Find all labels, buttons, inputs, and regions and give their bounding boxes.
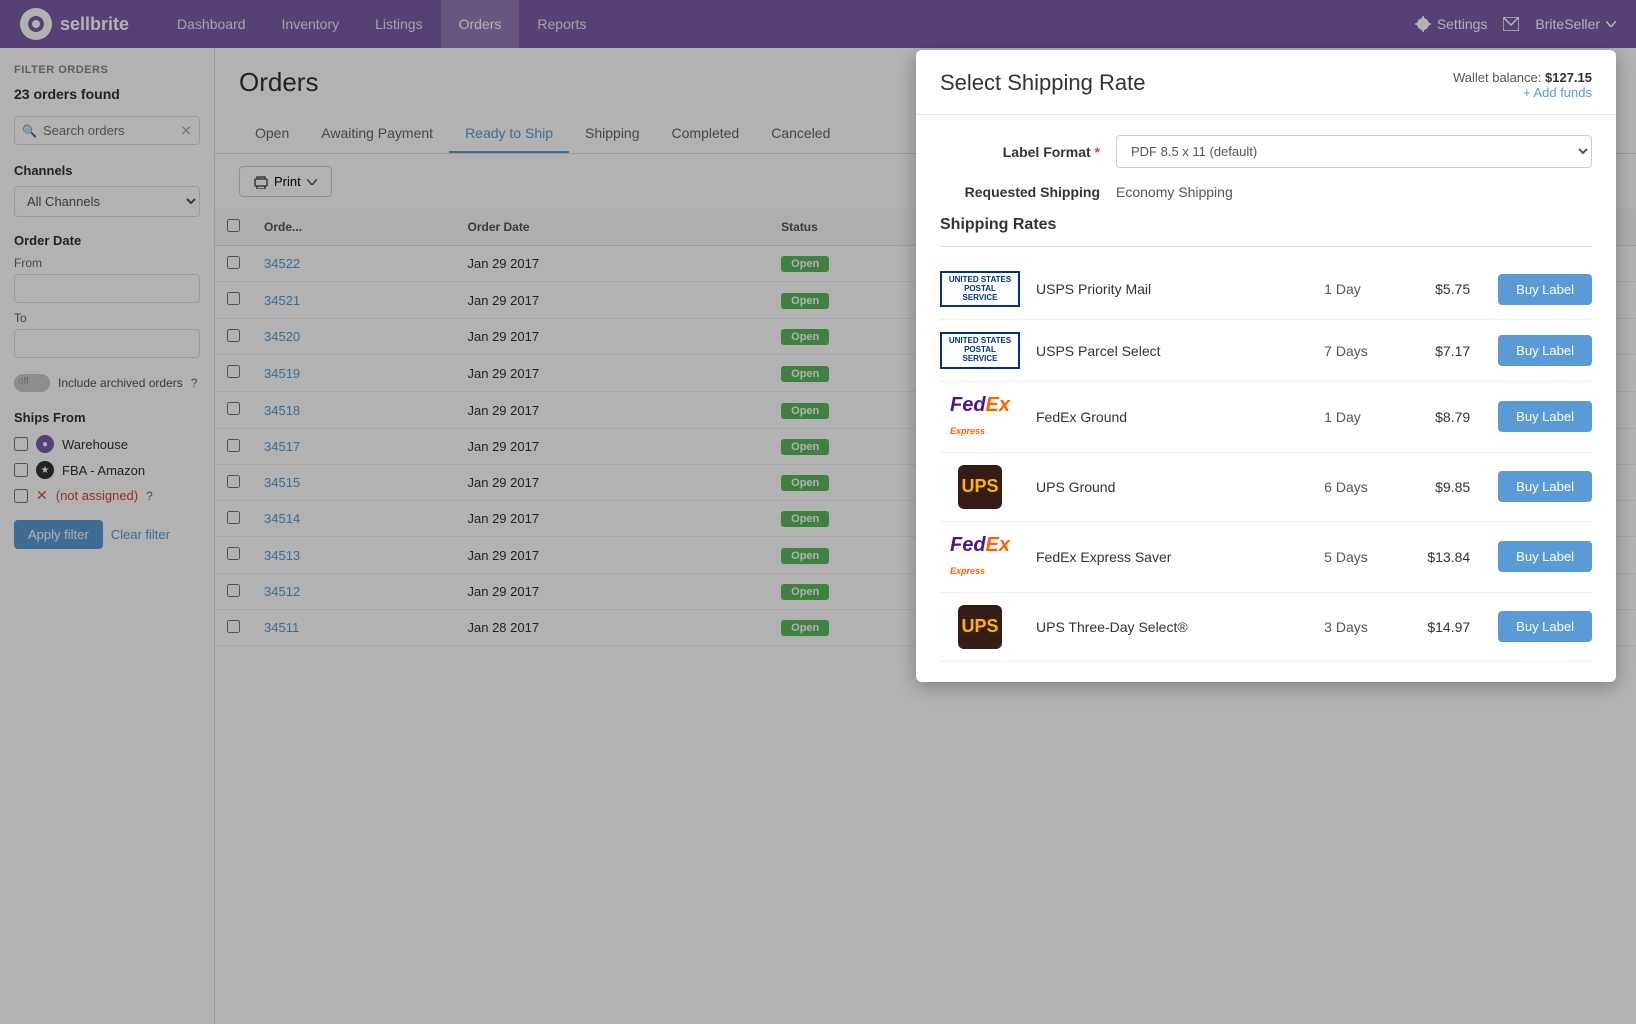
add-funds-link[interactable]: + Add funds [1523, 85, 1592, 100]
rate-row: FedExExpress FedEx Express Saver 5 Days … [940, 522, 1592, 593]
requested-shipping-label: Requested Shipping [940, 184, 1100, 200]
rate-days: 6 Days [1324, 479, 1394, 495]
label-format-row: Label Format * PDF 8.5 x 11 (default) [940, 135, 1592, 168]
rate-days: 1 Day [1324, 281, 1394, 297]
carrier-logo: FedExExpress [940, 394, 1020, 440]
shipping-modal: Select Shipping Rate Wallet balance: $12… [916, 50, 1616, 682]
rate-name: USPS Priority Mail [1036, 281, 1308, 297]
rate-price: $9.85 [1410, 479, 1470, 495]
required-mark: * [1095, 144, 1100, 160]
rate-row: FedExExpress FedEx Ground 1 Day $8.79 Bu… [940, 382, 1592, 453]
rate-row: UNITED STATESPOSTAL SERVICE USPS Priorit… [940, 259, 1592, 320]
rate-days: 5 Days [1324, 549, 1394, 565]
buy-label-button[interactable]: Buy Label [1498, 401, 1592, 432]
carrier-logo: UNITED STATESPOSTAL SERVICE [940, 271, 1020, 307]
rate-row: UNITED STATESPOSTAL SERVICE USPS Parcel … [940, 320, 1592, 381]
rate-price: $8.79 [1410, 409, 1470, 425]
rate-name: USPS Parcel Select [1036, 343, 1308, 359]
modal-body: Label Format * PDF 8.5 x 11 (default) Re… [916, 115, 1616, 682]
rate-price: $5.75 [1410, 281, 1470, 297]
shipping-rates-title: Shipping Rates [940, 216, 1592, 234]
carrier-logo: UPS [940, 465, 1020, 509]
rates-container: UNITED STATESPOSTAL SERVICE USPS Priorit… [940, 259, 1592, 662]
wallet-balance: $127.15 [1545, 70, 1592, 85]
buy-label-button[interactable]: Buy Label [1498, 471, 1592, 502]
buy-label-button[interactable]: Buy Label [1498, 611, 1592, 642]
carrier-logo: UNITED STATESPOSTAL SERVICE [940, 332, 1020, 368]
rate-price: $13.84 [1410, 549, 1470, 565]
rate-days: 7 Days [1324, 343, 1394, 359]
label-format-select[interactable]: PDF 8.5 x 11 (default) [1116, 135, 1592, 168]
rate-row: UPS UPS Three-Day Select® 3 Days $14.97 … [940, 593, 1592, 662]
rate-name: FedEx Express Saver [1036, 549, 1308, 565]
rate-price: $7.17 [1410, 343, 1470, 359]
carrier-logo: UPS [940, 605, 1020, 649]
buy-label-button[interactable]: Buy Label [1498, 541, 1592, 572]
rate-name: FedEx Ground [1036, 409, 1308, 425]
rate-name: UPS Three-Day Select® [1036, 619, 1308, 635]
buy-label-button[interactable]: Buy Label [1498, 274, 1592, 305]
rate-days: 1 Day [1324, 409, 1394, 425]
buy-label-button[interactable]: Buy Label [1498, 335, 1592, 366]
wallet-info: Wallet balance: $127.15 + Add funds [1453, 70, 1592, 100]
requested-shipping-row: Requested Shipping Economy Shipping [940, 184, 1592, 200]
rate-days: 3 Days [1324, 619, 1394, 635]
rate-name: UPS Ground [1036, 479, 1308, 495]
modal-header: Select Shipping Rate Wallet balance: $12… [916, 50, 1616, 115]
rate-price: $14.97 [1410, 619, 1470, 635]
modal-title: Select Shipping Rate [940, 70, 1145, 96]
carrier-logo: FedExExpress [940, 534, 1020, 580]
label-format-label: Label Format * [940, 144, 1100, 160]
rate-row: UPS UPS Ground 6 Days $9.85 Buy Label [940, 453, 1592, 522]
modal-overlay[interactable]: Select Shipping Rate Wallet balance: $12… [0, 0, 1636, 1024]
requested-shipping-value: Economy Shipping [1116, 184, 1233, 200]
wallet-label: Wallet balance: [1453, 70, 1541, 85]
